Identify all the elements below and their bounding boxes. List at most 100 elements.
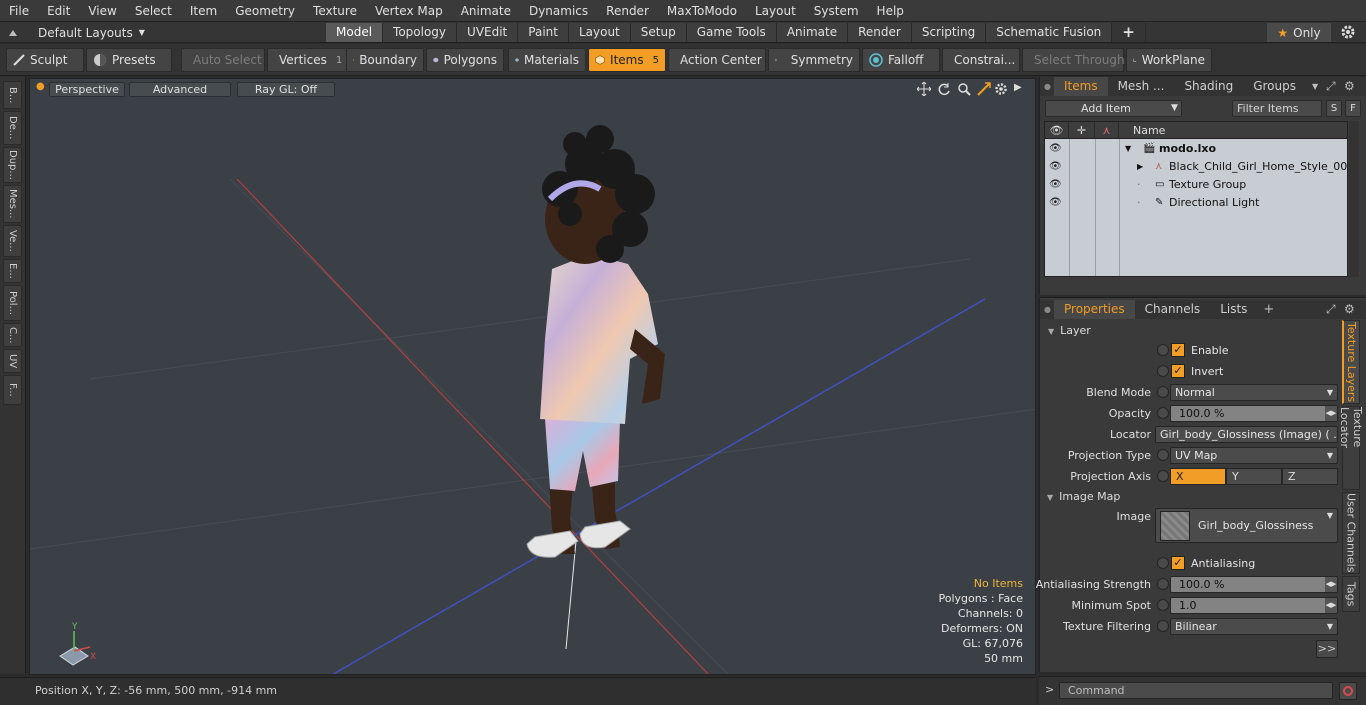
- spinner-icon[interactable]: ◀▶: [1325, 598, 1337, 613]
- opacity-field[interactable]: 100.0 % ◀▶: [1170, 405, 1338, 422]
- raygl-button[interactable]: Ray GL: Off: [237, 82, 335, 97]
- tab-layout[interactable]: Layout: [568, 23, 631, 42]
- tabs-dropdown-icon[interactable]: ▼: [1306, 82, 1324, 91]
- record-icon[interactable]: [1339, 682, 1357, 700]
- tree-expand-icon[interactable]: ▶: [1137, 158, 1143, 176]
- tab-uvedit[interactable]: UVEdit: [457, 23, 519, 42]
- type-column[interactable]: ⋏: [1095, 122, 1119, 139]
- select-through-button[interactable]: Select Through: [1022, 48, 1125, 72]
- projection-type-select[interactable]: UV Map ▼: [1170, 447, 1338, 464]
- tab-mesh[interactable]: Mesh ...: [1108, 77, 1175, 96]
- action-center-button[interactable]: Action Center: [668, 48, 766, 72]
- panel-gear-icon[interactable]: ⚙: [1344, 302, 1355, 316]
- invert-checkbox[interactable]: ✓: [1171, 364, 1185, 378]
- gear-icon[interactable]: [1340, 24, 1356, 40]
- tab-topology[interactable]: Topology: [383, 23, 458, 42]
- move-view-icon[interactable]: [917, 82, 931, 96]
- sculpt-button[interactable]: Sculpt: [6, 48, 84, 72]
- axis-y-button[interactable]: Y: [1226, 468, 1282, 485]
- lock-column[interactable]: ✛: [1069, 122, 1095, 139]
- tab-groups[interactable]: Groups: [1243, 77, 1306, 96]
- f-button[interactable]: F: [1345, 100, 1361, 117]
- presets-button[interactable]: Presets: [86, 48, 172, 72]
- left-tab-basic[interactable]: B...: [3, 81, 22, 109]
- tab-scripting[interactable]: Scripting: [911, 23, 987, 42]
- menu-layout[interactable]: Layout: [746, 0, 805, 22]
- tab-properties[interactable]: Properties: [1054, 300, 1135, 319]
- menu-animate[interactable]: Animate: [452, 0, 520, 22]
- tree-expand-icon[interactable]: ▼: [1125, 140, 1131, 158]
- materials-button[interactable]: Materials: [508, 48, 586, 72]
- workplane-button[interactable]: WorkPlane: [1126, 48, 1212, 72]
- eye-icon[interactable]: 👁: [1049, 176, 1063, 194]
- left-tab-uv[interactable]: UV: [3, 349, 22, 373]
- tab-setup[interactable]: Setup: [630, 23, 687, 42]
- polygons-button[interactable]: Polygons: [426, 48, 504, 72]
- rotate-view-icon[interactable]: [937, 82, 951, 96]
- tab-model[interactable]: Model: [326, 23, 384, 42]
- perspective-button[interactable]: Perspective: [49, 82, 125, 97]
- menu-render[interactable]: Render: [597, 0, 658, 22]
- chevron-down-icon[interactable]: ▼: [1167, 100, 1182, 117]
- tree-row-light[interactable]: 👁 · ✎ Directional Light: [1045, 194, 1347, 212]
- image-map-section-header[interactable]: ▼ Image Map: [1047, 489, 1120, 505]
- tab-lists[interactable]: Lists: [1210, 300, 1257, 319]
- side-tab-user-channels[interactable]: User Channels: [1342, 492, 1360, 574]
- menu-vertex-map[interactable]: Vertex Map: [366, 0, 452, 22]
- eye-icon[interactable]: 👁: [1049, 194, 1063, 212]
- command-input[interactable]: Command: [1059, 682, 1333, 699]
- menu-select[interactable]: Select: [126, 0, 181, 22]
- menu-maxtomodo[interactable]: MaxToModo: [658, 0, 746, 22]
- layer-section-header[interactable]: ▼ Layer: [1048, 323, 1091, 339]
- axis-z-button[interactable]: Z: [1282, 468, 1338, 485]
- texture-filtering-select[interactable]: Bilinear ▼: [1170, 618, 1338, 635]
- axis-x-button[interactable]: X: [1170, 468, 1226, 485]
- left-tab-deform[interactable]: De...: [3, 111, 22, 145]
- vertical-scrollbar[interactable]: [1349, 121, 1359, 277]
- side-tab-texture-locator[interactable]: Texture Locator: [1338, 406, 1364, 490]
- 3d-viewport[interactable]: Y X ● Perspective Advanced Ray GL: Off ▶…: [29, 78, 1036, 675]
- min-spot-field[interactable]: 1.0 ◀▶: [1170, 597, 1338, 614]
- auto-select-button[interactable]: Auto Select: [181, 48, 265, 72]
- symmetry-button[interactable]: Symmetry: [768, 48, 860, 72]
- maximize-icon[interactable]: ⤢: [1326, 302, 1336, 317]
- maximize-icon[interactable]: ⤢: [1326, 79, 1336, 94]
- tab-paint[interactable]: Paint: [518, 23, 569, 42]
- visibility-column[interactable]: 👁: [1045, 122, 1069, 139]
- eye-icon[interactable]: 👁: [1049, 140, 1063, 158]
- constraints-button[interactable]: Constrai...: [942, 48, 1020, 72]
- left-tab-fusion[interactable]: F...: [3, 375, 22, 405]
- tree-row-texture-group[interactable]: 👁 · ▭ Texture Group: [1045, 176, 1347, 194]
- menu-dynamics[interactable]: Dynamics: [520, 0, 597, 22]
- tab-schematic-fusion[interactable]: Schematic Fusion: [986, 23, 1113, 42]
- menu-system[interactable]: System: [805, 0, 868, 22]
- side-tab-texture-layers[interactable]: Texture Layers: [1342, 320, 1360, 404]
- left-tab-edge[interactable]: E...: [3, 259, 22, 283]
- advanced-button[interactable]: Advanced: [129, 82, 231, 97]
- panel-grip-icon[interactable]: ●: [1040, 82, 1054, 91]
- items-button[interactable]: Items 5: [588, 48, 666, 72]
- menu-file[interactable]: File: [0, 0, 38, 22]
- tree-row-scene[interactable]: 👁 ▼ 🎬 modo.lxo: [1045, 140, 1347, 158]
- left-tab-polygon[interactable]: Pol...: [3, 285, 22, 321]
- vertices-button[interactable]: Vertices 1: [267, 48, 347, 72]
- tab-shading[interactable]: Shading: [1174, 77, 1243, 96]
- falloff-button[interactable]: Falloff: [862, 48, 940, 72]
- s-button[interactable]: S: [1326, 100, 1342, 117]
- fit-view-icon[interactable]: [977, 82, 991, 96]
- menu-texture[interactable]: Texture: [304, 0, 366, 22]
- filter-items-input[interactable]: Filter Items: [1232, 100, 1322, 117]
- only-toggle[interactable]: ★ Only: [1267, 23, 1331, 42]
- panel-grip-icon[interactable]: ●: [1040, 305, 1054, 314]
- name-column-header[interactable]: Name: [1119, 122, 1347, 139]
- menu-view[interactable]: View: [79, 0, 125, 22]
- viewport-expand-icon[interactable]: ▶: [1014, 82, 1022, 93]
- tab-render[interactable]: Render: [848, 23, 912, 42]
- menu-help[interactable]: Help: [868, 0, 913, 22]
- eye-icon[interactable]: 👁: [1049, 158, 1063, 176]
- more-options-button[interactable]: >>: [1316, 640, 1338, 658]
- add-item-button[interactable]: Add Item: [1045, 100, 1182, 117]
- zoom-view-icon[interactable]: [957, 82, 971, 96]
- viewport-menu-dot[interactable]: ●: [36, 81, 45, 92]
- tab-items[interactable]: Items: [1054, 77, 1108, 96]
